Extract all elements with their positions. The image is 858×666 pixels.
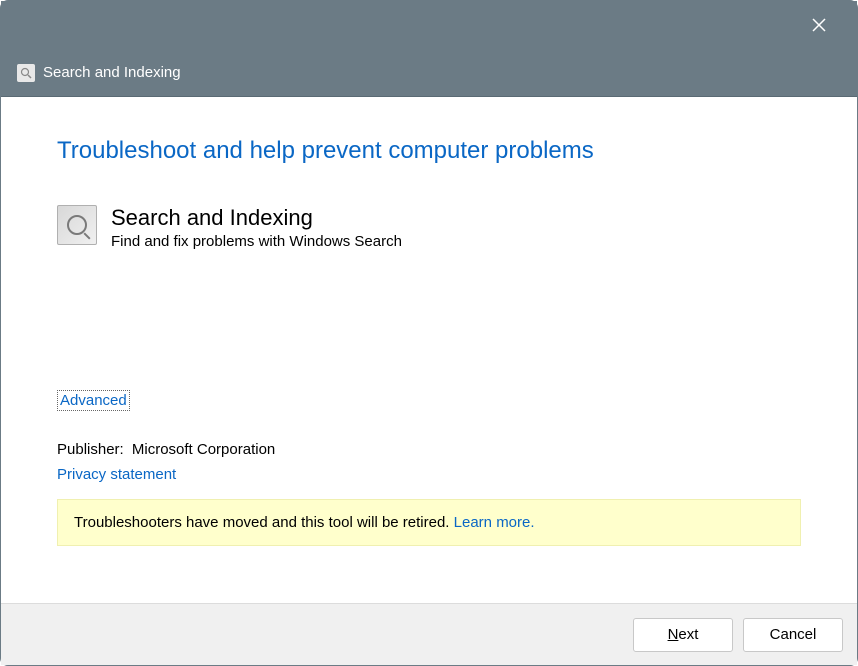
tool-info-row: Search and Indexing Find and fix problem… xyxy=(57,205,801,250)
header-band: Search and Indexing xyxy=(1,49,857,97)
next-button[interactable]: Next xyxy=(633,618,733,652)
advanced-link[interactable]: Advanced xyxy=(57,390,130,411)
publisher-row: Publisher: Microsoft Corporation xyxy=(57,441,801,458)
tool-description: Find and fix problems with Windows Searc… xyxy=(111,233,402,250)
close-button[interactable] xyxy=(799,9,839,41)
title-bar xyxy=(1,1,857,49)
footer-bar: Next Cancel xyxy=(1,603,857,665)
notice-text: Troubleshooters have moved and this tool… xyxy=(74,514,454,531)
content-area: Troubleshoot and help prevent computer p… xyxy=(1,97,857,603)
tool-text-block: Search and Indexing Find and fix problem… xyxy=(111,205,402,250)
publisher-label: Publisher: xyxy=(57,441,124,458)
learn-more-link[interactable]: Learn more. xyxy=(454,514,535,531)
cancel-button[interactable]: Cancel xyxy=(743,618,843,652)
publisher-value: Microsoft Corporation xyxy=(132,441,275,458)
tool-name: Search and Indexing xyxy=(111,205,402,231)
page-title: Troubleshoot and help prevent computer p… xyxy=(57,137,801,165)
troubleshooter-small-icon xyxy=(17,64,35,82)
search-magnifier-icon xyxy=(57,205,97,245)
retirement-notice: Troubleshooters have moved and this tool… xyxy=(57,499,801,546)
privacy-statement-link[interactable]: Privacy statement xyxy=(57,466,801,483)
header-title: Search and Indexing xyxy=(43,64,181,81)
close-icon xyxy=(812,18,826,32)
